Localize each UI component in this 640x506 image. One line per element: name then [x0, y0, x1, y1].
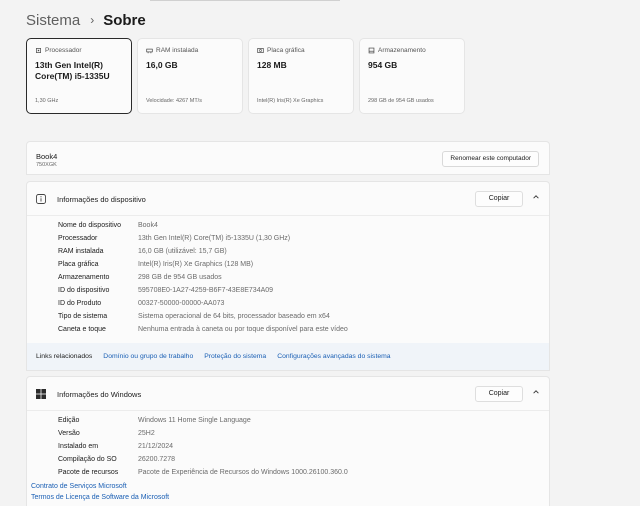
windows-info-list: Edição Windows 11 Home Single Language Ver…	[58, 414, 348, 479]
info-value: 298 GB de 954 GB usados	[138, 274, 222, 281]
windows-links: Contrato de Serviços Microsoft Termos de…	[31, 481, 169, 503]
top-divider	[150, 0, 340, 1]
spec-value: 954 GB	[368, 60, 398, 70]
device-model: 750XGK	[36, 162, 57, 168]
info-key: Pacote de recursos	[58, 469, 119, 476]
info-key: ID do Produto	[58, 300, 102, 307]
info-value: Sistema operacional de 64 bits, processa…	[138, 313, 330, 320]
rename-computer-button[interactable]: Renomear este computador	[442, 151, 539, 167]
info-key: Versão	[58, 430, 80, 437]
info-key: Placa gráfica	[58, 261, 99, 268]
info-value: Nenhuma entrada à caneta ou por toque di…	[138, 326, 348, 333]
info-value: 16,0 GB (utilizável: 15,7 GB)	[138, 248, 227, 255]
device-info-header[interactable]: Informações do dispositivo Copiar	[27, 182, 549, 216]
info-row: Pacote de recursos Pacote de Experiência …	[58, 466, 348, 479]
spec-value: 16,0 GB	[146, 60, 178, 70]
spec-caption: Armazenamento	[378, 46, 426, 54]
ram-icon	[146, 48, 153, 53]
breadcrumb-parent[interactable]: Sistema	[26, 12, 80, 29]
info-value: Pacote de Experiência de Recursos do Win…	[138, 469, 348, 476]
info-value: 26200.7278	[138, 456, 175, 463]
info-value: 25H2	[138, 430, 155, 437]
chevron-up-icon[interactable]	[532, 193, 540, 201]
info-key: Compilação do SO	[58, 456, 117, 463]
spec-card-processor[interactable]: Processador 13th Gen Intel(R) Core(TM) i…	[26, 38, 132, 114]
windows-info-title: Informações do Windows	[57, 390, 142, 399]
info-key: Edição	[58, 417, 80, 424]
info-row: Instalado em 21/12/2024	[58, 440, 348, 453]
link-domain-workgroup[interactable]: Domínio ou grupo de trabalho	[103, 353, 193, 360]
info-key: RAM instalada	[58, 248, 104, 255]
info-key: ID do dispositivo	[58, 287, 110, 294]
windows-logo-icon	[36, 389, 46, 399]
info-row: ID do Produto 00327-50000-00000-AA073	[58, 297, 348, 310]
chevron-up-icon[interactable]	[532, 388, 540, 396]
info-row: RAM instalada 16,0 GB (utilizável: 15,7 G…	[58, 245, 348, 258]
info-key: Tipo de sistema	[58, 313, 108, 320]
info-row: Edição Windows 11 Home Single Language	[58, 414, 348, 427]
info-row: Placa gráfica Intel(R) Iris(R) Xe Graphic…	[58, 258, 348, 271]
spec-caption: RAM instalada	[156, 46, 199, 54]
info-key: Processador	[58, 235, 98, 242]
spec-value: 128 MB	[257, 60, 287, 70]
related-links-label: Links relacionados	[36, 353, 93, 360]
device-name-card: Book4 750XGK Renomear este computador	[26, 141, 550, 175]
device-info-section: Informações do dispositivo Copiar Nome d…	[26, 181, 550, 344]
spec-sub: 298 GB de 954 GB usados	[368, 98, 434, 104]
info-key: Instalado em	[58, 443, 99, 450]
link-advanced-system-settings[interactable]: Configurações avançadas do sistema	[277, 353, 390, 360]
info-row: Tipo de sistema Sistema operacional de 64…	[58, 310, 348, 323]
spec-sub: 1,30 GHz	[35, 98, 59, 104]
info-value: Intel(R) Iris(R) Xe Graphics (128 MB)	[138, 261, 254, 268]
page-title: Sobre	[103, 11, 146, 29]
device-info-title: Informações do dispositivo	[57, 195, 146, 204]
windows-info-header[interactable]: Informações do Windows Copiar	[27, 377, 549, 411]
info-row: Versão 25H2	[58, 427, 348, 440]
info-key: Armazenamento	[58, 274, 110, 281]
spec-caption: Placa gráfica	[267, 46, 305, 54]
spec-card-graphics[interactable]: Placa gráfica 128 MB Intel(R) Iris(R) Xe…	[248, 38, 354, 114]
related-links: Links relacionados Domínio ou grupo de t…	[26, 343, 550, 371]
spec-cards: Processador 13th Gen Intel(R) Core(TM) i…	[26, 38, 470, 114]
spec-sub: Intel(R) Iris(R) Xe Graphics	[257, 98, 324, 104]
breadcrumb: Sistema › Sobre	[26, 9, 146, 31]
info-row: ID do dispositivo 595708E0-1A27-4259-B6F7…	[58, 284, 348, 297]
info-value: Book4	[138, 222, 158, 229]
storage-icon	[368, 47, 375, 53]
spec-value: 13th Gen Intel(R) Core(TM) i5-1335U	[35, 60, 110, 81]
graphics-card-icon	[257, 47, 264, 53]
spec-card-storage[interactable]: Armazenamento 954 GB 298 GB de 954 GB us…	[359, 38, 465, 114]
processor-icon	[36, 47, 41, 53]
link-software-license-terms[interactable]: Termos de Licença de Software da Microso…	[31, 492, 169, 503]
info-row: Caneta e toque Nenhuma entrada à caneta o…	[58, 323, 348, 336]
copy-windows-info-button[interactable]: Copiar	[475, 386, 523, 402]
info-key: Caneta e toque	[58, 326, 106, 333]
info-value: 00327-50000-00000-AA073	[138, 300, 225, 307]
device-name: Book4	[36, 152, 58, 161]
info-value: 21/12/2024	[138, 443, 174, 450]
info-value: 13th Gen Intel(R) Core(TM) i5-1335U (1,3…	[138, 235, 291, 242]
copy-device-info-button[interactable]: Copiar	[475, 191, 523, 207]
device-info-list: Nome do dispositivo Book4 Processador 13th …	[58, 219, 348, 336]
info-row: Processador 13th Gen Intel(R) Core(TM) i5…	[58, 232, 348, 245]
breadcrumb-separator: ›	[90, 13, 95, 27]
link-microsoft-services-agreement[interactable]: Contrato de Serviços Microsoft	[31, 481, 169, 492]
spec-card-ram[interactable]: RAM instalada 16,0 GB Velocidade: 4267 M…	[137, 38, 243, 114]
device-info-icon	[36, 194, 46, 204]
info-row: Nome do dispositivo Book4	[58, 219, 348, 232]
info-row: Compilação do SO 26200.7278	[58, 453, 348, 466]
info-value: Windows 11 Home Single Language	[138, 417, 251, 424]
link-system-protection[interactable]: Proteção do sistema	[204, 353, 266, 360]
info-value: 595708E0-1A27-4259-B6F7-43E8E734A09	[138, 287, 274, 294]
spec-caption: Processador	[45, 46, 82, 54]
info-row: Armazenamento 298 GB de 954 GB usados	[58, 271, 348, 284]
info-key: Nome do dispositivo	[58, 222, 122, 229]
spec-sub: Velocidade: 4267 MT/s	[146, 98, 202, 104]
